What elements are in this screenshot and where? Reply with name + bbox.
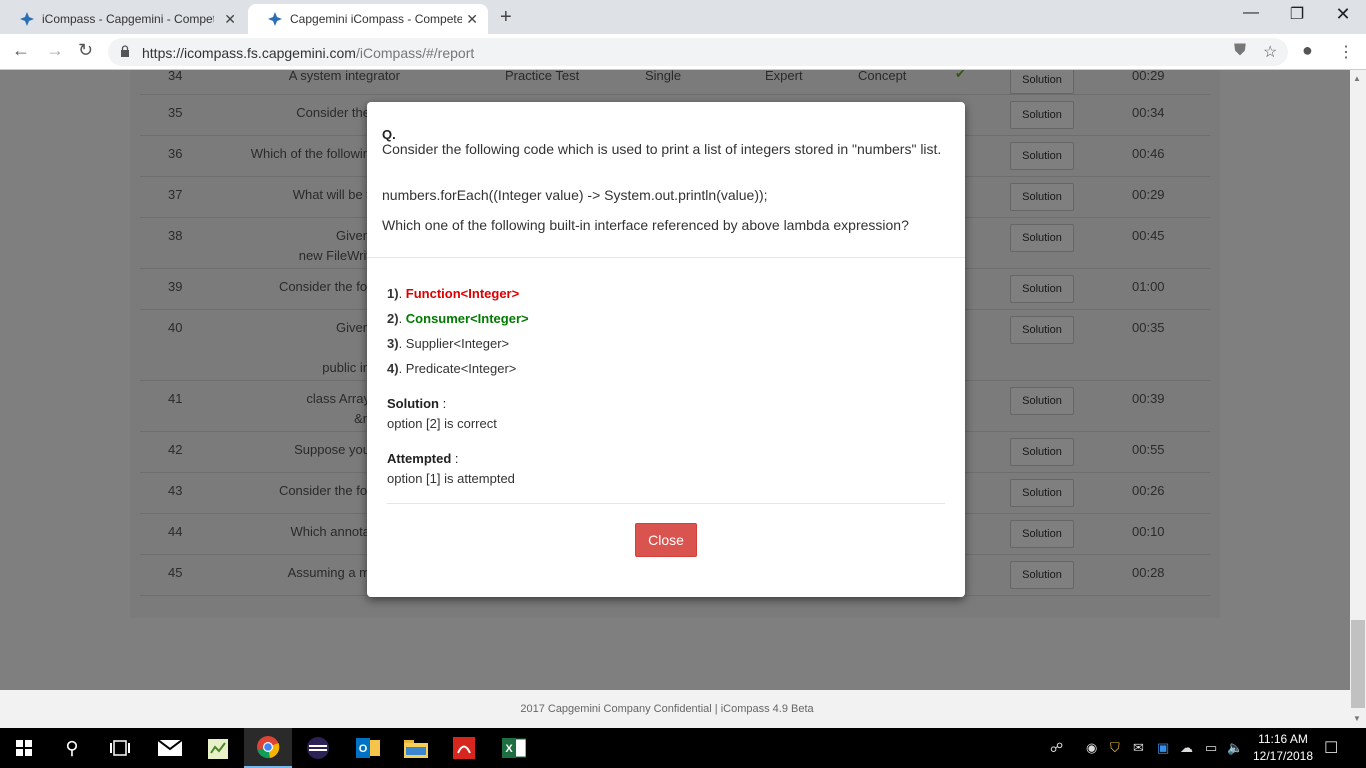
clock-date: 12/17/2018 xyxy=(1252,749,1314,763)
option-text: Supplier<Integer> xyxy=(405,336,510,351)
mail-icon[interactable] xyxy=(146,728,194,768)
tab-title: Capgemini iCompass - Competer xyxy=(290,12,462,26)
menu-icon[interactable]: ⋮ xyxy=(1338,42,1354,62)
modal-divider xyxy=(387,503,945,504)
excel-icon[interactable]: X xyxy=(490,728,538,768)
url-path: /iCompass/#/report xyxy=(355,45,475,61)
option-1: 1). Function<Integer> xyxy=(387,286,520,301)
close-button[interactable]: Close xyxy=(635,523,697,557)
option-text: Function<Integer> xyxy=(405,286,520,301)
option-3: 3). Supplier<Integer> xyxy=(387,336,510,351)
bookmark-star-icon[interactable]: ☆ xyxy=(1263,42,1277,62)
system-clock[interactable]: 11:16 AM 12/17/2018 xyxy=(1250,731,1316,765)
clock-time: 11:16 AM xyxy=(1258,732,1308,746)
chrome-icon[interactable] xyxy=(244,728,292,768)
question-label: Q. xyxy=(382,127,396,142)
eclipse-icon[interactable] xyxy=(294,728,342,768)
tab-capgemini-icompass[interactable]: Capgemini iCompass - Competer ✕ xyxy=(248,4,488,34)
close-window-icon[interactable]: ✕ xyxy=(1328,4,1358,25)
acrobat-icon[interactable] xyxy=(440,728,488,768)
mail-tray-icon[interactable]: ✉ xyxy=(1133,740,1144,756)
notification-icon[interactable]: ☐ xyxy=(1324,738,1338,758)
volume-icon[interactable]: 🔈 xyxy=(1227,740,1243,756)
windows-taskbar: ⚲ O X ☍ ◉ ⛉ ✉ ▣ ☁ ▭ 🔈 11:16 AM 12/17/201… xyxy=(0,728,1366,768)
profile-icon[interactable]: ● xyxy=(1302,40,1313,61)
compass-icon xyxy=(268,12,282,26)
question-ask: Which one of the following built-in inte… xyxy=(382,217,909,233)
option-4: 4). Predicate<Integer> xyxy=(387,361,517,376)
scroll-up-icon[interactable]: ▲ xyxy=(1353,74,1361,83)
notepad-plus-icon[interactable] xyxy=(194,728,242,768)
display-icon[interactable]: ▭ xyxy=(1205,740,1217,756)
forward-icon[interactable]: → xyxy=(46,40,64,61)
svg-text:O: O xyxy=(359,743,368,755)
page-footer: 2017 Capgemini Company Confidential | iC… xyxy=(0,690,1350,728)
windows-start-icon[interactable] xyxy=(0,728,48,768)
tab-icompass-capgemini[interactable]: iCompass - Capgemini - Compet ✕ xyxy=(0,4,246,34)
outlook-tray-icon[interactable]: ▣ xyxy=(1157,740,1169,756)
reload-icon[interactable]: ↻ xyxy=(78,40,93,61)
scrollbar-thumb[interactable] xyxy=(1351,620,1365,708)
solution-modal: Q. Consider the following code which is … xyxy=(367,102,965,597)
compass-icon xyxy=(20,12,34,26)
url-host: https://icompass.fs.capgemini.com xyxy=(142,45,356,61)
address-bar[interactable]: https://icompass.fs.capgemini.com/iCompa… xyxy=(108,38,1288,66)
scroll-down-icon[interactable]: ▼ xyxy=(1353,714,1361,723)
attempted-heading: Attempted : xyxy=(387,451,459,466)
tab-title: iCompass - Capgemini - Compet xyxy=(42,12,214,26)
solution-label: Solution xyxy=(387,396,439,411)
new-tab-icon[interactable]: + xyxy=(500,6,512,29)
svg-text:X: X xyxy=(505,743,513,755)
lock-icon xyxy=(121,45,129,57)
search-icon[interactable]: ⚲ xyxy=(48,728,96,768)
close-tab-icon[interactable]: ✕ xyxy=(224,11,236,28)
option-text: Predicate<Integer> xyxy=(405,361,517,376)
network-globe-icon[interactable]: ◉ xyxy=(1086,740,1097,756)
option-text: Consumer<Integer> xyxy=(405,311,529,326)
modal-header: Q. Consider the following code which is … xyxy=(367,102,965,258)
solution-heading: Solution : xyxy=(387,396,447,411)
file-explorer-icon[interactable] xyxy=(392,728,440,768)
solution-value: option [2] is correct xyxy=(387,416,497,431)
minimize-icon[interactable]: — xyxy=(1236,4,1266,22)
attempted-value: option [1] is attempted xyxy=(387,471,515,486)
attempted-label: Attempted xyxy=(387,451,452,466)
tab-strip: iCompass - Capgemini - Compet ✕ Capgemin… xyxy=(0,0,1366,34)
shield-icon[interactable]: ⛉ xyxy=(1110,740,1120,756)
option-number: 4) xyxy=(387,361,399,376)
people-icon[interactable]: ☍ xyxy=(1050,740,1063,756)
url-text: https://icompass.fs.capgemini.com/iCompa… xyxy=(142,45,474,61)
task-view-icon[interactable] xyxy=(96,728,144,768)
option-number: 3) xyxy=(387,336,399,351)
restore-icon[interactable]: ❐ xyxy=(1282,4,1312,24)
question-text: Consider the following code which is use… xyxy=(382,141,942,157)
back-icon[interactable]: ← xyxy=(12,40,30,61)
blocked-popup-icon[interactable]: ⛊ xyxy=(1234,42,1246,60)
option-2: 2). Consumer<Integer> xyxy=(387,311,529,326)
cloud-icon[interactable]: ☁ xyxy=(1180,740,1193,756)
question-code: numbers.forEach((Integer value) -> Syste… xyxy=(382,187,768,203)
option-number: 1) xyxy=(387,286,399,301)
toolbar: ← → ↻ https://icompass.fs.capgemini.com/… xyxy=(0,34,1366,70)
close-tab-icon[interactable]: ✕ xyxy=(466,11,478,28)
option-number: 2) xyxy=(387,311,399,326)
outlook-icon[interactable]: O xyxy=(344,728,392,768)
